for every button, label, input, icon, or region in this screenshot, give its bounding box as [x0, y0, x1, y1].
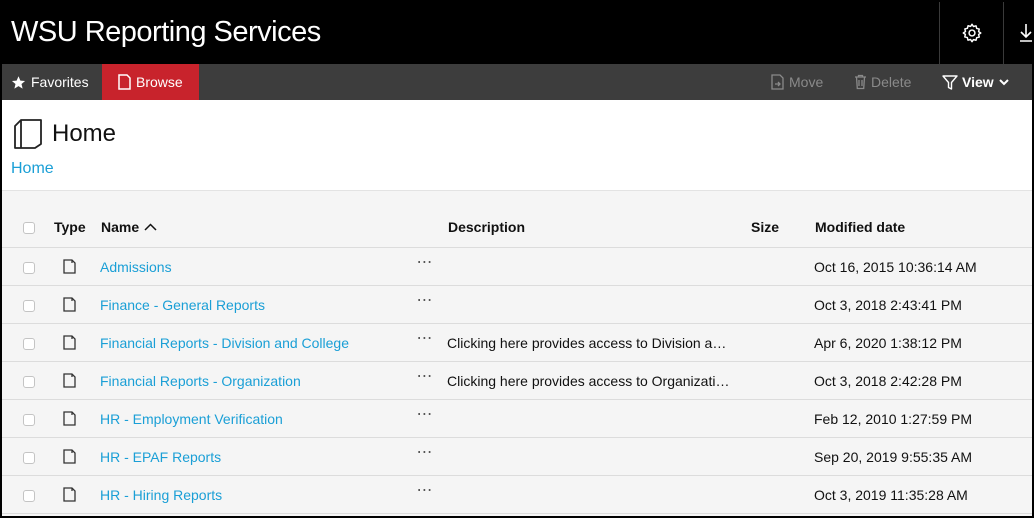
- table-row: Finance - General Reports ⋯ Oct 3, 2018 …: [2, 286, 1032, 324]
- column-name[interactable]: Name: [101, 219, 157, 235]
- move-button[interactable]: Move: [771, 64, 823, 100]
- app-title: WSU Reporting Services: [11, 16, 321, 48]
- delete-label: Delete: [871, 74, 912, 90]
- column-size: Size: [751, 219, 780, 235]
- tab-favorites-label: Favorites: [31, 74, 89, 90]
- gear-icon: [962, 23, 982, 43]
- title-bar: WSU Reporting Services: [2, 2, 1032, 64]
- row-name-link[interactable]: HR - EPAF Reports: [100, 449, 221, 465]
- download-button[interactable]: [1003, 2, 1032, 64]
- row-modified-date: Oct 3, 2018 2:42:28 PM: [814, 373, 962, 389]
- table-row: Admissions ⋯ Oct 16, 2015 10:36:14 AM: [2, 248, 1032, 286]
- row-checkbox[interactable]: [23, 452, 35, 464]
- more-options-button[interactable]: ⋯: [414, 480, 436, 508]
- row-checkbox[interactable]: [23, 262, 35, 274]
- folder-icon: [14, 119, 42, 149]
- star-icon: [11, 75, 26, 89]
- row-modified-date: Oct 3, 2018 2:43:41 PM: [814, 297, 962, 313]
- report-icon: [63, 411, 76, 426]
- tab-browse[interactable]: Browse: [102, 64, 199, 100]
- row-name-link[interactable]: Financial Reports - Division and College: [100, 335, 349, 351]
- row-modified-date: Sep 20, 2019 9:55:35 AM: [814, 449, 973, 465]
- report-icon: [63, 297, 76, 312]
- more-options-button[interactable]: ⋯: [414, 404, 436, 432]
- document-icon: [118, 74, 131, 90]
- table-row: Financial Reports - Division and College…: [2, 324, 1032, 362]
- column-modified: Modified date: [815, 219, 906, 235]
- row-modified-date: Apr 6, 2020 1:38:12 PM: [814, 335, 962, 351]
- more-options-button[interactable]: ⋯: [414, 328, 436, 356]
- app-window: WSU Reporting Services Favorites Browse: [2, 2, 1032, 516]
- chevron-up-icon: [144, 223, 157, 231]
- column-name-label: Name: [101, 219, 140, 235]
- row-name-link[interactable]: Admissions: [100, 259, 172, 275]
- breadcrumb-home[interactable]: Home: [11, 160, 54, 178]
- more-options-button[interactable]: ⋯: [414, 366, 436, 394]
- settings-button[interactable]: [939, 2, 1003, 64]
- select-all-checkbox[interactable]: [23, 222, 35, 234]
- page-title: Home: [52, 120, 117, 147]
- row-checkbox[interactable]: [23, 490, 35, 502]
- row-name-link[interactable]: Finance - General Reports: [100, 297, 265, 313]
- column-description: Description: [448, 219, 526, 235]
- window-frame: WSU Reporting Services Favorites Browse: [0, 0, 1034, 518]
- table-row: HR - EPAF Reports ⋯ Sep 20, 2019 9:55:35…: [2, 438, 1032, 476]
- content-list: Type Name Description Size Modified date…: [2, 190, 1032, 516]
- table-row: HR - Employment Verification ⋯ Feb 12, 2…: [2, 400, 1032, 438]
- more-options-button[interactable]: ⋯: [414, 442, 436, 470]
- row-name-link[interactable]: HR - Hiring Reports: [100, 487, 222, 503]
- report-icon: [63, 259, 76, 274]
- move-icon: [771, 74, 784, 90]
- tab-favorites[interactable]: Favorites: [2, 64, 101, 100]
- row-name-link[interactable]: HR - Employment Verification: [100, 411, 283, 427]
- row-checkbox[interactable]: [23, 376, 35, 388]
- more-options-button[interactable]: ⋯: [414, 290, 436, 318]
- more-options-button[interactable]: ⋯: [414, 252, 436, 280]
- column-type: Type: [54, 219, 86, 235]
- row-checkbox[interactable]: [23, 338, 35, 350]
- view-dropdown[interactable]: View: [942, 64, 1009, 100]
- row-description: Clicking here provides access to Divisio…: [447, 335, 727, 351]
- report-icon: [63, 487, 76, 502]
- chevron-down-icon: [998, 78, 1009, 85]
- delete-button[interactable]: Delete: [854, 64, 911, 100]
- table-header: Type Name Description Size Modified date: [2, 191, 1032, 248]
- row-modified-date: Oct 3, 2019 11:35:28 AM: [814, 487, 968, 503]
- row-modified-date: Feb 12, 2010 1:27:59 PM: [814, 411, 972, 427]
- tab-browse-label: Browse: [136, 74, 183, 90]
- row-checkbox[interactable]: [23, 414, 35, 426]
- report-icon: [63, 449, 76, 464]
- view-label: View: [962, 74, 994, 90]
- table-row: HR - Hiring Reports ⋯ Oct 3, 2019 11:35:…: [2, 476, 1032, 514]
- filter-icon: [942, 74, 958, 90]
- page-header: Home Home: [2, 100, 1032, 190]
- row-modified-date: Oct 16, 2015 10:36:14 AM: [814, 259, 977, 275]
- row-description: Clicking here provides access to Organiz…: [447, 373, 730, 389]
- move-label: Move: [789, 74, 824, 90]
- trash-icon: [855, 74, 866, 90]
- download-icon: [1020, 24, 1032, 42]
- row-checkbox[interactable]: [23, 300, 35, 312]
- toolbar: Favorites Browse Move Delete View: [2, 64, 1032, 100]
- table-row: Financial Reports - Organization ⋯ Click…: [2, 362, 1032, 400]
- row-name-link[interactable]: Financial Reports - Organization: [100, 373, 301, 389]
- report-icon: [63, 373, 76, 388]
- report-icon: [63, 335, 76, 350]
